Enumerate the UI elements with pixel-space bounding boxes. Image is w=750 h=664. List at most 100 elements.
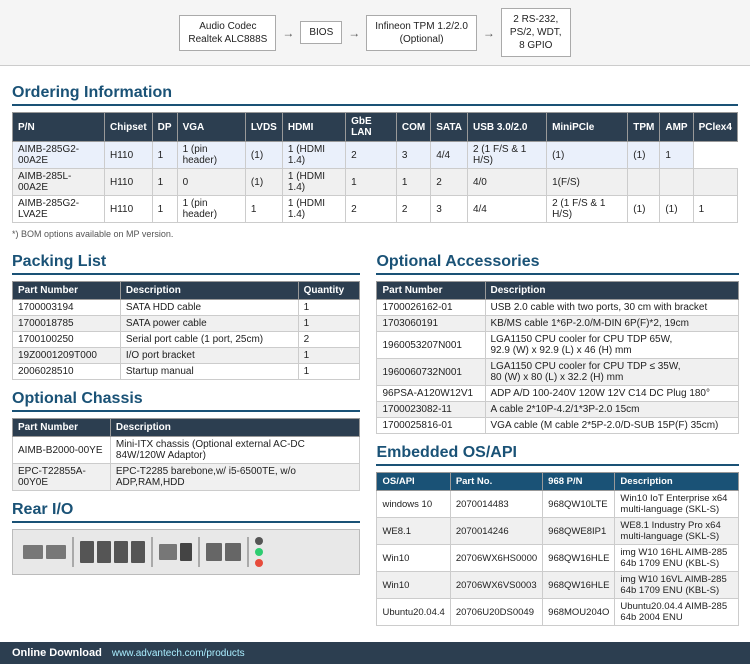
bios-box: BIOS [300,21,342,44]
table-cell: 1 (pin header) [177,196,245,223]
table-cell: windows 10 [377,491,450,518]
table-row: EPC-T22855A-00Y0EEPC-T2285 barebone,w/ i… [13,464,360,491]
table-cell: 1 (HDMI 1.4) [282,196,345,223]
table-cell: 1700023082-11 [377,402,485,418]
table-cell: 1 [152,169,177,196]
table-cell: 2 [346,196,397,223]
table-cell: 968QW16HLE [543,545,615,572]
table-cell: LGA1150 CPU cooler for CPU TDP 65W, 92.9… [485,332,739,359]
packing-header-row: Part NumberDescriptionQuantity [13,282,360,300]
table-cell: H110 [104,169,152,196]
table-cell: 1 [660,142,693,169]
table-row: 1960053207N001LGA1150 CPU cooler for CPU… [377,332,739,359]
ordering-header-cell: USB 3.0/2.0 [467,113,546,142]
table-cell: 1 [298,364,360,380]
accessories-header-row: Part NumberDescription [377,282,739,300]
table-cell: 1 (HDMI 1.4) [282,169,345,196]
audio-codec-box: Audio CodecRealtek ALC888S [179,15,276,51]
table-cell: 1 [152,142,177,169]
table-cell: 2006028510 [13,364,121,380]
table-cell: ADP A/D 100-240V 120W 12V C14 DC Plug 18… [485,386,739,402]
table-row: 2006028510Startup manual1 [13,364,360,380]
table-row: AIMB-285G2-LVA2EH11011 (pin header)11 (H… [13,196,738,223]
table-cell: SATA power cable [120,316,298,332]
table-cell: I/O port bracket [120,348,298,364]
ordering-footnote: *) BOM options available on MP version. [12,229,738,239]
table-cell: 2 [431,169,468,196]
packing-body: 1700003194SATA HDD cable11700018785SATA … [13,300,360,380]
table-row: 1700026162-01USB 2.0 cable with two port… [377,300,739,316]
packing-header-cell: Description [120,282,298,300]
table-cell: Serial port cable (1 port, 25cm) [120,332,298,348]
table-cell: AIMB-B2000-00YE [13,437,111,464]
table-cell: 1700003194 [13,300,121,316]
accessories-header-cell: Part Number [377,282,485,300]
chassis-header-row: Part NumberDescription [13,419,360,437]
table-row: 1700025816-01VGA cable (M cable 2*5P-2.0… [377,418,739,434]
online-download-url[interactable]: www.advantech.com/products [112,648,245,659]
gpio-box: 2 RS-232,PS/2, WDT,8 GPIO [501,8,571,57]
table-cell: 0 [177,169,245,196]
table-row: 1700018785SATA power cable1 [13,316,360,332]
table-cell: 1703060191 [377,316,485,332]
arrow3: → [483,26,495,40]
os-header-cell: OS/API [377,473,450,491]
serial-port-1 [23,545,43,559]
table-cell: 1(F/S) [547,169,628,196]
os-body: windows 102070014483968QW10LTEWin10 IoT … [377,491,739,626]
audio-port-1 [255,537,263,545]
table-cell: Ubuntu20.04.4 AIMB-285 64b 2004 ENU [615,599,739,626]
table-cell: LGA1150 CPU cooler for CPU TDP ≤ 35W, 80… [485,359,739,386]
chassis-title: Optional Chassis [12,390,360,412]
table-cell: USB 2.0 cable with two ports, 30 cm with… [485,300,739,316]
ordering-header-cell: HDMI [282,113,345,142]
table-cell: (1) [660,196,693,223]
two-col-section: Packing List Part NumberDescriptionQuant… [12,243,738,632]
sep3 [198,537,200,567]
table-cell: 1 [693,196,737,223]
usb-port-1 [80,541,94,563]
table-cell: img W10 16HL AIMB-285 64b 1709 ENU (KBL-… [615,545,739,572]
table-cell: 2 (1 F/S & 1 H/S) [467,142,546,169]
table-row: AIMB-285L-00A2EH11010(1)1 (HDMI 1.4)1124… [13,169,738,196]
table-cell [628,169,660,196]
vga-hdmi-ports [159,543,192,561]
table-row: 1700100250Serial port cable (1 port, 25c… [13,332,360,348]
packing-header-cell: Part Number [13,282,121,300]
table-cell: (1) [245,142,282,169]
table-cell: H110 [104,142,152,169]
chassis-body: AIMB-B2000-00YEMini-ITX chassis (Optiona… [13,437,360,491]
table-cell [693,169,737,196]
os-section: Embedded OS/API OS/APIPart No.968 P/NDes… [376,444,739,626]
audio-port-2 [255,548,263,556]
packing-section: Packing List Part NumberDescriptionQuant… [12,253,360,380]
table-cell: 1700025816-01 [377,418,485,434]
chassis-header-cell: Part Number [13,419,111,437]
ordering-header-cell: PClex4 [693,113,737,142]
table-cell: img W10 16VL AIMB-285 64b 1709 ENU (KBL-… [615,572,739,599]
table-row: Win1020706WX6VS0003968QW16HLEimg W10 16V… [377,572,739,599]
table-cell: 1 [298,300,360,316]
table-cell: EPC-T2285 barebone,w/ i5-6500TE, w/o ADP… [110,464,360,491]
chassis-section: Optional Chassis Part NumberDescription … [12,390,360,491]
ordering-header-cell: DP [152,113,177,142]
audio-ports [255,537,263,567]
accessories-table: Part NumberDescription 1700026162-01USB … [376,281,739,434]
table-cell: 2 [298,332,360,348]
os-header-cell: Description [615,473,739,491]
ordering-body: AIMB-285G2-00A2EH11011 (pin header)(1)1 … [13,142,738,223]
tpm-box: Infineon TPM 1.2/2.0(Optional) [366,15,477,51]
serial-port-2 [46,545,66,559]
lan-port-2 [225,543,241,561]
table-cell: AIMB-285G2-00A2E [13,142,105,169]
table-cell: 1700018785 [13,316,121,332]
table-cell: 1 [298,348,360,364]
table-cell: 1 [245,196,282,223]
table-cell: AIMB-285G2-LVA2E [13,196,105,223]
table-cell: 2070014246 [450,518,542,545]
ordering-header-row: P/NChipsetDPVGALVDSHDMIGbE LANCOMSATAUSB… [13,113,738,142]
table-cell: 968MOU204O [543,599,615,626]
table-cell: 20706WX6VS0003 [450,572,542,599]
accessories-section: Optional Accessories Part NumberDescript… [376,253,739,434]
ordering-table: P/NChipsetDPVGALVDSHDMIGbE LANCOMSATAUSB… [12,112,738,223]
